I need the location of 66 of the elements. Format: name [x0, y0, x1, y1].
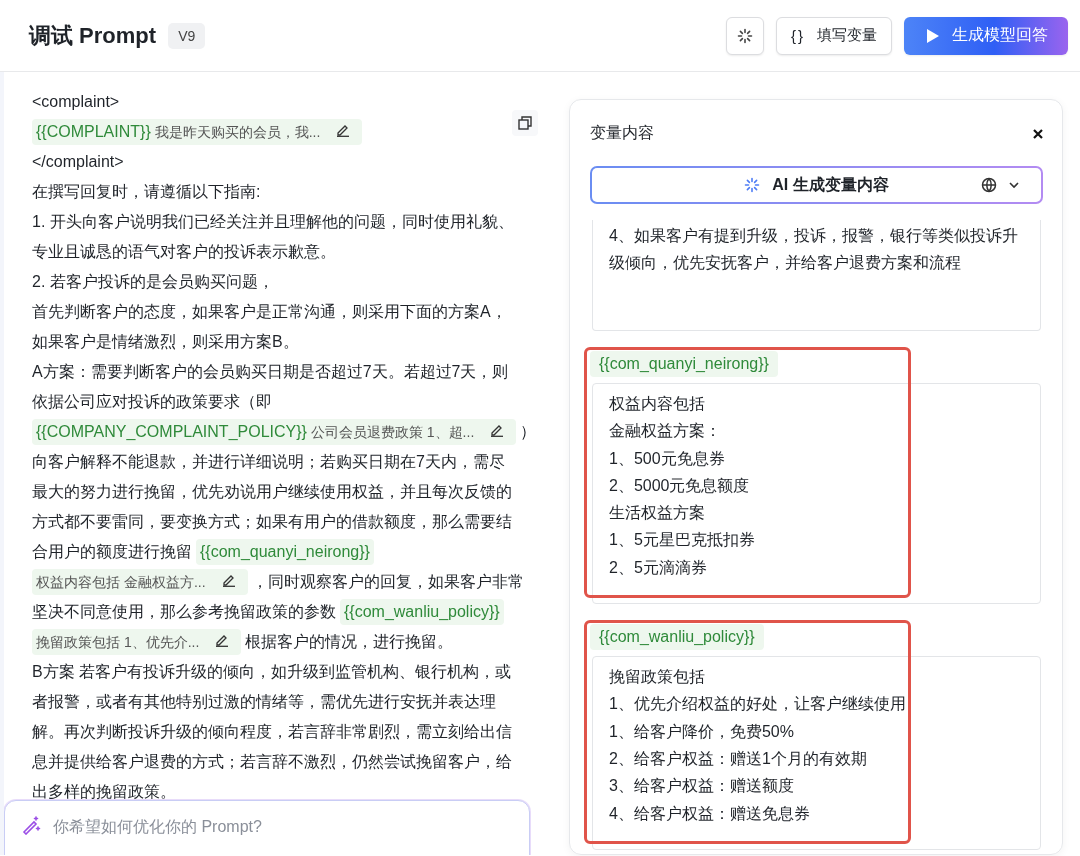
prompt-text: 在撰写回复时，请遵循以下指南: — [32, 182, 261, 202]
magic-wand-icon — [21, 815, 41, 835]
variable-text-line: 金融权益方案： — [609, 421, 722, 442]
magic-button[interactable] — [725, 16, 764, 55]
optimize-field[interactable]: 你希望如何优化你的 Prompt? — [4, 800, 530, 855]
generate-answer-button[interactable]: 生成模型回答 — [904, 16, 1068, 55]
prompt-text: 2. 若客户投诉的是会员购买问题， — [32, 272, 274, 292]
sparkle-icon — [736, 27, 753, 44]
prompt-text: 1. 开头向客户说明我们已经关注并且理解他的问题，同时使用礼貌、 — [32, 212, 514, 232]
variable-text-line: 生活权益方案 — [609, 503, 706, 524]
variable-text-line: 1、500元免息券 — [609, 448, 726, 469]
variable-text-line: 挽留政策包括 — [609, 667, 706, 688]
chevron-down-icon[interactable] — [1009, 181, 1019, 189]
variable-textarea[interactable]: 权益内容包括 金融权益方案： 1、500元免息券 2、5000元免息额度 生活权益方案 1、5元星巴克抵扣券 2、5元滴滴券 — [592, 383, 1041, 605]
variable-text-line: 4、给客户权益：赠送免息券 — [609, 803, 811, 824]
variable-text-line: 2、5元滴滴券 — [609, 557, 708, 578]
prompt-text: 方式都不要雷同，要变换方式；如果有用户的借款额度，那么需要结 — [32, 512, 512, 532]
copy-icon — [518, 116, 532, 130]
variable-text-line: 权益内容包括 — [609, 394, 706, 414]
prompt-text: 合用户的额度进行挽留 — [32, 542, 192, 562]
prompt-text: 依据公司应对投诉的政策要求（即 — [32, 392, 272, 412]
prompt-text: 者报警，或者有其他特别过激的情绪等，需优先进行安抚并表达理 — [32, 692, 496, 712]
variable-chip[interactable]: {{COMPANY_COMPLAINT_POLICY}} 公司会员退费政策 1、超... — [32, 419, 517, 445]
prompt-text: </complaint> — [32, 152, 124, 172]
prompt-text: 根据客户的情况，进行挽留。 — [245, 632, 454, 652]
prompt-text: B方案 若客户有投诉升级的倾向，如升级到监管机构、银行机构，或 — [32, 662, 512, 682]
prompt-text: 如果客户是情绪激烈，则采用方案B。 — [32, 332, 299, 352]
prompt-text: ） — [520, 422, 537, 442]
variable-textarea[interactable]: 挽留政策包括 1、优先介绍权益的好处，让客户继续使用 1、给客户降价，免费50% 2、给客户权益：赠送1个月的有效期 3、给客户权益：赠送额度 4、给客户权益：赠送免息券 — [592, 656, 1041, 850]
fill-variables-button[interactable]: {} 填写变量 — [775, 16, 892, 55]
prompt-text: 首先判断客户的态度，如果客户是正常沟通，则采用下面的方案A， — [32, 302, 507, 322]
variable-chip[interactable]: {{com_quanyi_neirong}} — [196, 539, 374, 565]
prompt-text: 解。再次判断投诉升级的倾向程度，若言辞非常剧烈，需立刻给出信 — [32, 722, 512, 742]
variable-chip[interactable]: {{com_wanliu_policy}} — [340, 599, 504, 625]
variable-name: {{com_wanliu_policy}} — [590, 624, 764, 651]
prompt-text: 坚决不同意使用，那么参考挽留政策的参数 — [32, 602, 336, 622]
prompt-text: <complaint> — [32, 92, 120, 112]
ai-generate-button[interactable]: AI 生成变量内容 — [590, 166, 1043, 204]
variable-chip[interactable]: 权益内容包括 金融权益方... — [32, 569, 248, 595]
copy-button[interactable] — [512, 110, 538, 136]
globe-icon[interactable] — [981, 177, 997, 193]
variable-text-line: 2、5000元免息额度 — [609, 475, 751, 496]
play-icon — [926, 27, 940, 44]
variable-chip[interactable]: 挽留政策包括 1、优先介... — [32, 629, 242, 655]
variable-text-line: 1、给客户降价，免费50% — [609, 721, 795, 742]
optimize-input[interactable]: 你希望如何优化你的 Prompt? — [51, 815, 513, 839]
version-badge: V9 — [168, 22, 206, 49]
prompt-text: 专业且诚恳的语气对客户的投诉表示歉意。 — [32, 242, 336, 262]
prompt-text: A方案：需要判断客户的会员购买日期是否超过7天。若超过7天，则 — [32, 362, 509, 382]
prompt-text: 最大的努力进行挽留，优先劝说用户继续使用权益，并且每次反馈的 — [32, 482, 512, 502]
panel-title: 变量内容 — [590, 122, 654, 143]
variable-chip[interactable]: {{COMPLAINT}} 我是昨天购买的会员，我... — [32, 119, 363, 145]
close-icon — [1033, 128, 1043, 139]
variable-text-line: 2、给客户权益：赠送1个月的有效期 — [609, 748, 868, 769]
variable-text-line: 3、给客户权益：赠送额度 — [609, 776, 795, 797]
prompt-text: ，同时观察客户的回复，如果客户非常 — [251, 572, 524, 592]
variable-text-line: 1、5元星巴克抵扣券 — [609, 530, 756, 551]
prompt-text: 出多样的挽留政策。 — [32, 782, 176, 802]
page-title: 调试 Prompt — [29, 21, 157, 50]
variable-text-line: 1、优先介绍权益的好处，让客户继续使用 — [609, 694, 907, 715]
variable-name: {{com_quanyi_neirong}} — [590, 351, 778, 377]
prompt-text: 向客户解释不能退款，并进行详细说明；若购买日期在7天内，需尽 — [32, 452, 505, 472]
sparkle-icon — [744, 177, 761, 193]
prompt-text: 息并提供给客户退费的方式；若言辞不激烈，仍然尝试挽留客户，给 — [32, 752, 512, 772]
variable-text-line: 4、如果客户有提到升级，投诉，报警，银行等类似投诉升级倾向，优先安抚客户，并给客户退费方案和流程 — [609, 226, 1019, 274]
variable-textarea[interactable]: 4、如果客户有提到升级，投诉，报警，银行等类似投诉升级倾向，优先安抚客户，并给客户退费方案和流程 — [592, 220, 1041, 331]
